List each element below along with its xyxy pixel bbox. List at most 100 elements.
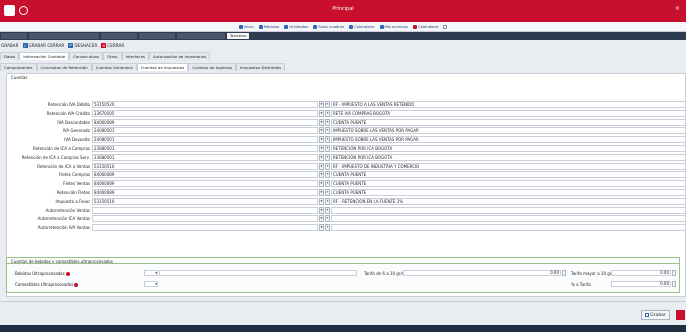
subtab-cuentas-impuestos[interactable]: Cuentas de Impuestos xyxy=(136,63,189,71)
home-icon xyxy=(238,24,243,29)
account-add-button[interactable]: + xyxy=(325,101,330,108)
tarifa-6-10-spinner[interactable] xyxy=(562,270,566,276)
action-toolbar: GRABAR ✓ GRABAR CERRAR ↶ DESHACER × CERRAR xyxy=(0,41,124,50)
account-code-input[interactable]: 84060089 xyxy=(92,118,318,126)
doc-tab-terceros[interactable]: Tercceros xyxy=(227,33,250,39)
account-dropdown-button[interactable]: ▾ xyxy=(319,197,324,205)
account-dropdown-button[interactable]: ▾ xyxy=(319,215,324,223)
account-dropdown-button[interactable]: ▾ xyxy=(319,189,324,196)
save-button[interactable]: Grabar xyxy=(641,310,670,320)
account-add-button[interactable]: + xyxy=(325,118,330,126)
subtab-impuestos-distritales[interactable]: Impuestos Distritales xyxy=(236,63,286,71)
grabar-cerrar-button[interactable]: ✓ GRABAR CERRAR xyxy=(22,43,64,48)
doc-tab[interactable] xyxy=(139,33,175,39)
account-row: Retención de ICA a Compras Serv. 23680501… xyxy=(6,153,686,162)
account-dropdown-button[interactable]: ▾ xyxy=(319,145,324,152)
comestibles-ultraprocesados-select[interactable]: ▾ xyxy=(144,281,158,287)
account-add-button[interactable]: + xyxy=(325,127,330,135)
account-code-input[interactable] xyxy=(92,224,318,232)
account-code-input[interactable]: 23680501 xyxy=(92,153,318,161)
account-add-button[interactable]: + xyxy=(325,189,330,196)
account-add-button[interactable]: + xyxy=(325,109,330,117)
subtab-conceptos-retencion[interactable]: Conceptos de Retención xyxy=(36,63,92,71)
account-dropdown-button[interactable]: ▾ xyxy=(319,180,324,188)
tab-interfaces[interactable]: Interfaces xyxy=(121,52,149,60)
account-code-input[interactable] xyxy=(92,215,318,223)
account-label: Retención Fletes xyxy=(56,190,90,195)
account-dropdown-button[interactable]: ▾ xyxy=(319,224,324,232)
account-code-input[interactable]: 84060089 xyxy=(92,171,318,179)
account-dropdown-button[interactable]: ▾ xyxy=(319,118,324,126)
quick-item-home[interactable]: Inicio xyxy=(238,24,254,29)
account-add-button[interactable]: + xyxy=(325,136,330,144)
account-code-input[interactable]: 84060089 xyxy=(92,189,318,196)
account-code-input[interactable]: 53150520 xyxy=(92,101,318,108)
status-bar xyxy=(0,325,686,332)
account-code-input[interactable]: 23680501 xyxy=(92,145,318,152)
account-code-input[interactable]: 24080501 xyxy=(92,136,318,144)
subtab-cuentas-generales[interactable]: Cuentas Generales xyxy=(91,63,137,71)
account-code-input[interactable]: 24080501 xyxy=(92,127,318,135)
exit-button[interactable] xyxy=(676,310,685,320)
account-add-button[interactable]: + xyxy=(325,206,330,214)
save-close-icon: ✓ xyxy=(22,43,28,48)
account-row: Fletes Compras 84060089 ▾ + CUENTA PUENTE xyxy=(6,171,686,179)
tab-informacion-contable[interactable]: Información Contable xyxy=(19,52,70,60)
quick-item-sudo[interactable]: Sudo cuadros xyxy=(313,24,344,29)
subtab-cuentas-ingresos[interactable]: Cuentas de Ingresos xyxy=(188,63,237,71)
account-add-button[interactable]: + xyxy=(325,162,330,170)
account-dropdown-button[interactable]: ▾ xyxy=(319,127,324,135)
doc-tab[interactable] xyxy=(177,33,225,39)
tab-otros[interactable]: Otros xyxy=(103,52,122,60)
account-add-button[interactable]: + xyxy=(325,197,330,205)
account-add-button[interactable]: + xyxy=(325,145,330,152)
tab-consecutivos[interactable]: Consecutivos xyxy=(69,52,104,60)
bebidas-ultraprocesadas-select[interactable]: ▾ xyxy=(144,270,158,276)
account-code-input[interactable] xyxy=(92,206,318,214)
account-code-input[interactable]: 53150510 xyxy=(92,197,318,205)
quick-item-modules[interactable]: Módulos xyxy=(258,24,279,29)
quick-item-calendar[interactable]: Calendario xyxy=(349,24,375,29)
account-dropdown-button[interactable]: ▾ xyxy=(319,136,324,144)
account-add-button[interactable]: + xyxy=(325,171,330,179)
account-add-button[interactable]: + xyxy=(325,215,330,223)
close-window-icon[interactable]: × xyxy=(675,5,680,12)
account-label: Impuesto a Favor xyxy=(55,198,90,204)
account-dropdown-button[interactable]: ▾ xyxy=(319,109,324,117)
tab-autorizacion-inventarios[interactable]: Autorización de Inventarios xyxy=(149,52,211,60)
account-code-input[interactable]: 23670505 xyxy=(92,109,318,117)
porcentaje-tarifa-input[interactable]: 0.00 xyxy=(611,281,671,287)
add-quick-item-button[interactable] xyxy=(443,24,448,29)
plus-icon xyxy=(443,24,448,29)
account-label: IVA Descontable xyxy=(57,119,90,125)
account-dropdown-button[interactable]: ▾ xyxy=(319,153,324,161)
doc-tab[interactable] xyxy=(101,33,137,39)
account-add-button[interactable]: + xyxy=(325,224,330,232)
account-dropdown-button[interactable]: ▾ xyxy=(319,101,324,108)
quick-item-files[interactable]: Mis archivos xyxy=(379,24,408,29)
doc-tab[interactable] xyxy=(29,33,99,39)
doc-tab[interactable] xyxy=(1,33,27,39)
account-code-input[interactable]: 84060089 xyxy=(92,180,318,188)
tab-datos[interactable]: Datos xyxy=(0,52,20,60)
porcentaje-tarifa-spinner[interactable] xyxy=(672,281,676,287)
account-add-button[interactable]: + xyxy=(325,153,330,161)
quick-item-calendar-2[interactable]: Calendario xyxy=(412,24,438,29)
subtab-comprobantes[interactable]: Comprobantes xyxy=(0,63,37,71)
account-dropdown-button[interactable]: ▾ xyxy=(319,162,324,170)
grabar-button[interactable]: GRABAR xyxy=(1,43,19,48)
quick-item-utilities[interactable]: Utilidades xyxy=(284,24,308,29)
required-icon xyxy=(74,283,79,287)
account-add-button[interactable]: + xyxy=(325,180,330,188)
account-label: Autorretención IVA Ventas xyxy=(37,225,90,231)
tarifa-mayor-10-input[interactable]: 0.00 xyxy=(611,270,671,276)
account-code-input[interactable]: 53150510 xyxy=(92,162,318,170)
account-dropdown-button[interactable]: ▾ xyxy=(319,206,324,214)
tarifa-6-10-input[interactable]: 0.00 xyxy=(403,270,561,276)
cerrar-button[interactable]: × CERRAR xyxy=(101,43,124,48)
account-label: Retención de ICA a Compras Serv. xyxy=(21,154,90,160)
account-description: IMPUESTO SOBRE LAS VENTAS POR PAGAR xyxy=(331,136,686,144)
account-dropdown-button[interactable]: ▾ xyxy=(319,171,324,179)
tarifa-mayor-10-spinner[interactable] xyxy=(672,270,676,276)
deshacer-button[interactable]: ↶ DESHACER xyxy=(68,43,97,48)
